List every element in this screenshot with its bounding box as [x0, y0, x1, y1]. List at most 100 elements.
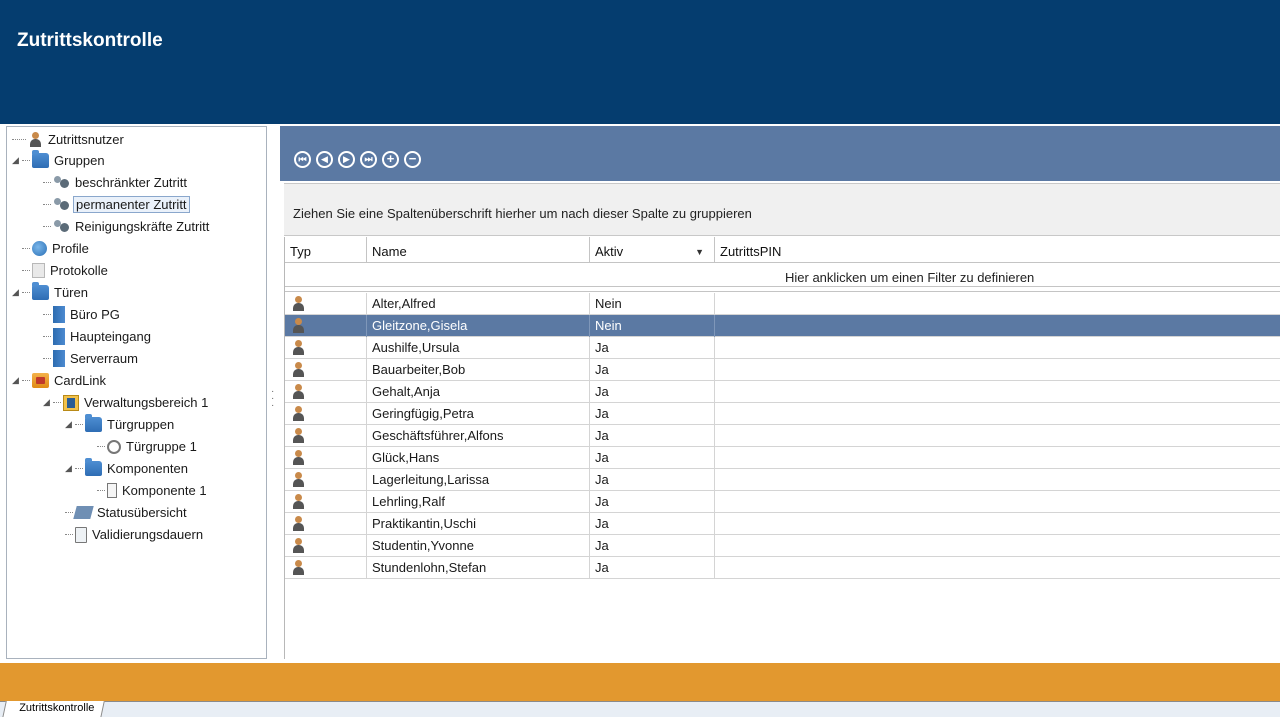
tree-item-tuergruppe-1[interactable]: Türgruppe 1 — [97, 436, 199, 457]
collapse-icon[interactable]: ◢ — [12, 155, 22, 166]
collapse-icon[interactable]: ◢ — [12, 287, 22, 298]
tree-item-serverraum[interactable]: Serverraum — [43, 348, 140, 369]
tree-item-reinigungskraefte[interactable]: Reinigungskräfte Zutritt — [43, 216, 211, 237]
cell-aktiv: Ja — [590, 535, 715, 557]
remove-record-button[interactable]: − — [404, 151, 421, 168]
folder-icon — [85, 458, 102, 476]
table-row[interactable]: Geschäftsführer,Alfons Ja — [285, 425, 1280, 447]
navigator-toolbar: ⏮ ◀ ▶ ⏭ + − — [280, 126, 1280, 181]
cell-aktiv: Ja — [590, 425, 715, 447]
table-row[interactable]: Alter,Alfred Nein — [285, 293, 1280, 315]
tree-item-verwaltungsbereich[interactable]: ◢ Verwaltungsbereich 1 — [43, 392, 210, 413]
next-record-button[interactable]: ▶ — [338, 151, 355, 168]
collapse-icon[interactable]: ◢ — [43, 397, 53, 408]
tree-item-label: Komponente 1 — [122, 483, 207, 498]
tree-item-permanenter-zutritt[interactable]: permanenter Zutritt — [43, 194, 190, 215]
tree-item-label: permanenter Zutritt — [73, 196, 190, 213]
tree-item-label: Profile — [52, 241, 89, 256]
filter-hint: Hier anklicken um einen Filter zu defini… — [785, 270, 1035, 285]
table-row[interactable]: Gehalt,Anja Ja — [285, 381, 1280, 403]
app-title: Zutrittskontrolle — [17, 30, 163, 51]
tree-item-tuergruppen[interactable]: ◢ Türgruppen — [65, 414, 176, 435]
tree-item-tueren[interactable]: ◢ Türen — [12, 282, 90, 303]
first-record-button[interactable]: ⏮ — [294, 151, 311, 168]
tab-zutrittskontrolle[interactable]: Zutrittskontrolle — [2, 701, 106, 717]
tree-item-label: Reinigungskräfte Zutritt — [75, 219, 210, 234]
tree-item-komponente-1[interactable]: Komponente 1 — [97, 480, 209, 501]
tree-item-beschraenkter-zutritt[interactable]: beschränkter Zutritt — [43, 172, 189, 193]
collapse-icon[interactable]: ◢ — [12, 375, 22, 386]
table-row[interactable]: Lehrling,Ralf Ja — [285, 491, 1280, 513]
tree-item-label: Validierungsdauern — [92, 527, 204, 542]
collapse-icon[interactable]: ◢ — [65, 463, 75, 474]
door-icon — [53, 306, 65, 323]
column-header-pin[interactable]: ZutrittsPIN — [715, 237, 1280, 263]
table-row[interactable]: Lagerleitung,Larissa Ja — [285, 469, 1280, 491]
group-icon — [53, 175, 70, 190]
group-by-panel[interactable]: Ziehen Sie eine Spaltenüberschrift hierh… — [284, 183, 1280, 236]
cell-pin — [715, 315, 1280, 337]
tree-item-cardlink[interactable]: ◢ CardLink — [12, 370, 108, 391]
tree-item-haupteingang[interactable]: Haupteingang — [43, 326, 153, 347]
cell-aktiv: Ja — [590, 359, 715, 381]
user-icon — [291, 472, 306, 487]
tree-item-protokolle[interactable]: Protokolle — [22, 260, 110, 281]
tree-item-profile[interactable]: Profile — [22, 238, 91, 259]
cell-pin — [715, 359, 1280, 381]
last-record-button[interactable]: ⏭ — [360, 151, 377, 168]
table-row[interactable]: Geringfügig,Petra Ja — [285, 403, 1280, 425]
tree-item-buero-pg[interactable]: Büro PG — [43, 304, 122, 325]
cell-name: Gleitzone,Gisela — [367, 315, 590, 337]
tree-item-zutrittsnutzer[interactable]: Zutrittsnutzer — [12, 129, 126, 150]
navigation-tree[interactable]: Zutrittsnutzer ◢ Gruppen beschränkter Zut… — [6, 126, 267, 659]
table-row[interactable]: Stundenlohn,Stefan Ja — [285, 557, 1280, 579]
cell-pin — [715, 403, 1280, 425]
tree-item-gruppen[interactable]: ◢ Gruppen — [12, 150, 107, 171]
add-record-button[interactable]: + — [382, 151, 399, 168]
column-header-typ[interactable]: Typ — [285, 237, 367, 263]
panel-splitter[interactable]: · · · — [271, 387, 274, 411]
cell-pin — [715, 381, 1280, 403]
filter-row[interactable]: Hier anklicken um einen Filter zu defini… — [285, 264, 1280, 287]
cell-typ — [285, 293, 367, 315]
previous-record-button[interactable]: ◀ — [316, 151, 333, 168]
table-row[interactable]: Gleitzone,Gisela Nein — [285, 315, 1280, 337]
tree-item-label: Komponenten — [107, 461, 188, 476]
tree-item-label: Gruppen — [54, 153, 105, 168]
dropdown-arrow-icon[interactable]: ▼ — [695, 237, 704, 267]
cell-aktiv: Ja — [590, 491, 715, 513]
cell-name: Geschäftsführer,Alfons — [367, 425, 590, 447]
cell-typ — [285, 315, 367, 337]
user-icon — [291, 560, 306, 575]
collapse-icon[interactable]: ◢ — [65, 419, 75, 430]
cell-typ — [285, 403, 367, 425]
tree-item-label: Zutrittsnutzer — [48, 132, 124, 147]
tree-item-label: Protokolle — [50, 263, 108, 278]
tree-item-komponenten[interactable]: ◢ Komponenten — [65, 458, 190, 479]
folder-icon — [85, 414, 102, 432]
table-row[interactable]: Aushilfe,Ursula Ja — [285, 337, 1280, 359]
protocol-icon — [32, 263, 45, 278]
cell-typ — [285, 337, 367, 359]
cell-typ — [285, 513, 367, 535]
folder-icon — [32, 150, 49, 168]
user-icon — [291, 494, 306, 509]
table-row[interactable]: Praktikantin,Uschi Ja — [285, 513, 1280, 535]
tree-item-label: Haupteingang — [70, 329, 151, 344]
tree-item-validierungsdauern[interactable]: Validierungsdauern — [65, 524, 205, 545]
cell-name: Alter,Alfred — [367, 293, 590, 315]
table-row[interactable]: Studentin,Yvonne Ja — [285, 535, 1280, 557]
cell-aktiv: Ja — [590, 447, 715, 469]
cardlink-icon — [32, 373, 49, 388]
tree-item-statusuebersicht[interactable]: Statusübersicht — [65, 502, 189, 523]
cell-name: Lagerleitung,Larissa — [367, 469, 590, 491]
cell-name: Stundenlohn,Stefan — [367, 557, 590, 579]
table-row[interactable]: Glück,Hans Ja — [285, 447, 1280, 469]
cell-aktiv: Ja — [590, 337, 715, 359]
cell-typ — [285, 557, 367, 579]
table-row[interactable]: Bauarbeiter,Bob Ja — [285, 359, 1280, 381]
cell-typ — [285, 359, 367, 381]
column-header-name[interactable]: Name — [367, 237, 590, 263]
user-icon — [291, 428, 306, 443]
column-header-aktiv[interactable]: Aktiv ▼ — [590, 237, 715, 263]
